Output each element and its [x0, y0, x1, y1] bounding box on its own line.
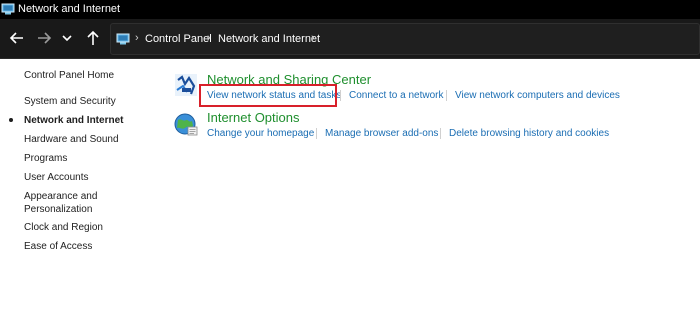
link-connect-to-network[interactable]: Connect to a network: [349, 90, 444, 101]
control-panel-icon: [1, 3, 15, 15]
sidebar-item-network-and-internet[interactable]: Network and Internet: [24, 114, 123, 127]
link-separator: [446, 90, 447, 101]
link-separator: [316, 128, 317, 139]
arrow-left-icon[interactable]: [8, 29, 26, 47]
sidebar-item-system-and-security[interactable]: System and Security: [24, 95, 116, 108]
category-title-internet-options[interactable]: Internet Options: [207, 110, 300, 125]
breadcrumb-network-and-internet[interactable]: Network and Internet: [218, 33, 320, 45]
breadcrumb-separator[interactable]: ›: [311, 32, 315, 44]
window-title: Network and Internet: [18, 3, 121, 15]
link-manage-browser-addons[interactable]: Manage browser add-ons: [325, 128, 438, 139]
highlight-box: [199, 84, 337, 107]
sidebar-item-user-accounts[interactable]: User Accounts: [24, 171, 88, 184]
address-bar[interactable]: › Control Panel › Network and Internet ›: [110, 23, 700, 55]
breadcrumb-control-panel[interactable]: Control Panel: [145, 33, 212, 45]
navigation-bar: › Control Panel › Network and Internet ›: [0, 19, 700, 59]
title-bar: Network and Internet: [0, 0, 700, 19]
arrow-up-icon[interactable]: [84, 29, 102, 47]
link-separator: [340, 90, 341, 101]
control-panel-icon: [116, 33, 130, 45]
breadcrumb-separator[interactable]: ›: [135, 32, 139, 44]
sidebar-item-personalization[interactable]: Personalization: [24, 203, 92, 216]
link-view-network-computers[interactable]: View network computers and devices: [455, 90, 620, 101]
sidebar-item-appearance[interactable]: Appearance and: [24, 190, 97, 203]
link-separator: [440, 128, 441, 139]
network-sharing-icon[interactable]: [173, 72, 199, 98]
link-delete-browsing-history[interactable]: Delete browsing history and cookies: [449, 128, 609, 139]
sidebar-item-programs[interactable]: Programs: [24, 152, 67, 165]
sidebar-item-hardware-and-sound[interactable]: Hardware and Sound: [24, 133, 119, 146]
sidebar-item-ease-of-access[interactable]: Ease of Access: [24, 240, 92, 253]
internet-globe-icon[interactable]: [173, 111, 199, 137]
sidebar-item-control-panel-home[interactable]: Control Panel Home: [24, 69, 114, 82]
chevron-down-icon[interactable]: [60, 29, 74, 47]
active-indicator: [9, 118, 13, 122]
breadcrumb-separator[interactable]: ›: [207, 32, 211, 44]
sidebar-item-clock-and-region[interactable]: Clock and Region: [24, 221, 103, 234]
link-change-homepage[interactable]: Change your homepage: [207, 128, 314, 139]
sidebar: Control Panel Home System and Security N…: [0, 60, 150, 314]
arrow-right-icon[interactable]: [35, 29, 53, 47]
